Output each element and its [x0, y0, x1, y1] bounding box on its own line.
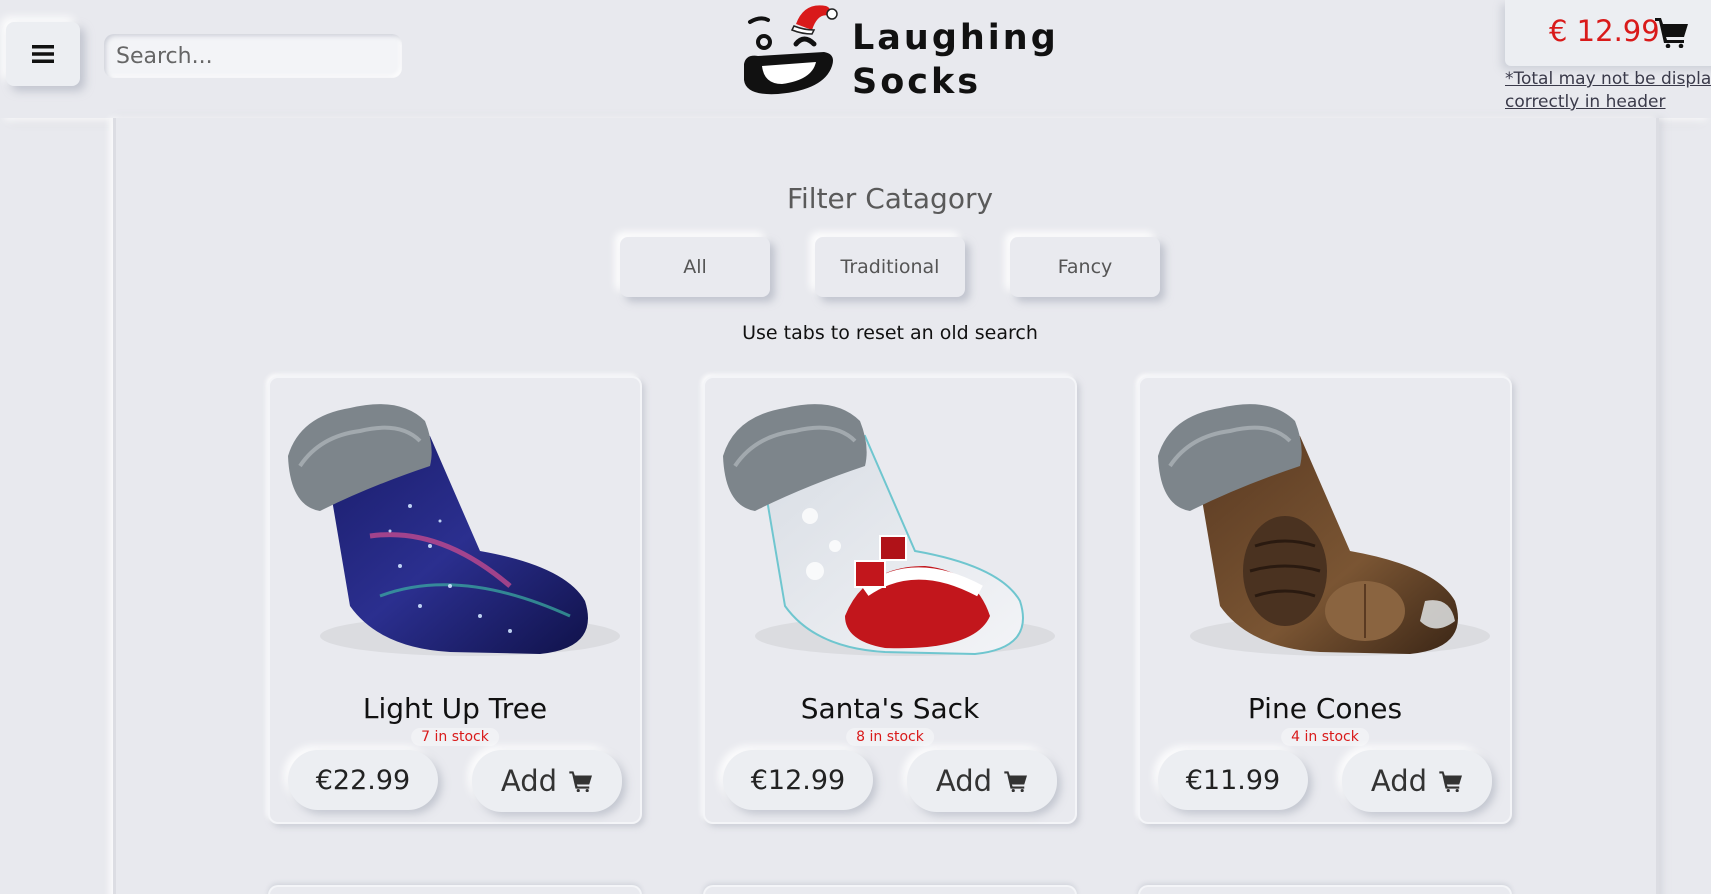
filter-hint: Use tabs to reset an old search	[742, 322, 1038, 344]
search-input[interactable]	[104, 34, 402, 78]
hamburger-icon	[32, 45, 54, 63]
logo-text-line1: Laughing	[852, 18, 1059, 58]
stock-badge: 4 in stock	[1281, 728, 1369, 746]
stocking-image	[288, 404, 620, 656]
cart-button[interactable]: € 12.99	[1505, 0, 1711, 66]
add-to-cart-button[interactable]: Add	[907, 750, 1057, 812]
filter-all-button[interactable]: All	[620, 237, 770, 297]
product-card-partial	[703, 885, 1077, 894]
cart-icon	[569, 771, 593, 792]
logo-text-line2: Socks	[852, 62, 982, 102]
logo-text: Laughing Socks	[852, 16, 1059, 104]
add-label: Add	[500, 764, 558, 798]
price-pill: €22.99	[288, 750, 438, 810]
stock-badge: 8 in stock	[846, 728, 934, 746]
product-title: Pine Cones	[1247, 692, 1403, 725]
filter-title: Filter Catagory	[786, 182, 994, 215]
product-title: Santa's Sack	[800, 692, 980, 725]
cart-icon	[1439, 771, 1463, 792]
cart-note-line1: *Total may not be displayed	[1505, 69, 1711, 89]
price-pill: €12.99	[723, 750, 873, 810]
product-card-partial	[268, 885, 642, 894]
product-card: Santa's Sack 8 in stock €12.99 Add	[703, 376, 1077, 824]
shopping-cart-icon	[1655, 18, 1688, 48]
price-pill: €11.99	[1158, 750, 1308, 810]
product-card: Pine Cones 4 in stock €11.99 Add	[1138, 376, 1512, 824]
add-label: Add	[935, 764, 993, 798]
product-card-partial	[1138, 885, 1512, 894]
filter-fancy-button[interactable]: Fancy	[1010, 237, 1160, 297]
laughing-face-logo-icon	[744, 5, 838, 95]
add-label: Add	[1370, 764, 1428, 798]
product-card: Light Up Tree 7 in stock €22.99 Add	[268, 376, 642, 824]
add-to-cart-button[interactable]: Add	[472, 750, 622, 812]
site-header: Laughing Socks € 12.99 *Total may not be…	[0, 0, 1711, 118]
cart-icon	[1004, 771, 1028, 792]
stock-badge: 7 in stock	[411, 728, 499, 746]
stocking-image	[1158, 404, 1490, 656]
cart-total-note-link[interactable]: *Total may not be displayed correctly in…	[1505, 68, 1711, 114]
stocking-image	[723, 404, 1055, 656]
add-to-cart-button[interactable]: Add	[1342, 750, 1492, 812]
cart-note-line2: correctly in header	[1505, 92, 1666, 112]
filter-traditional-button[interactable]: Traditional	[815, 237, 965, 297]
product-title: Light Up Tree	[362, 692, 548, 725]
cart-total: € 12.99	[1549, 14, 1660, 48]
site-logo[interactable]: Laughing Socks	[738, 0, 1056, 104]
menu-button[interactable]	[6, 22, 80, 86]
